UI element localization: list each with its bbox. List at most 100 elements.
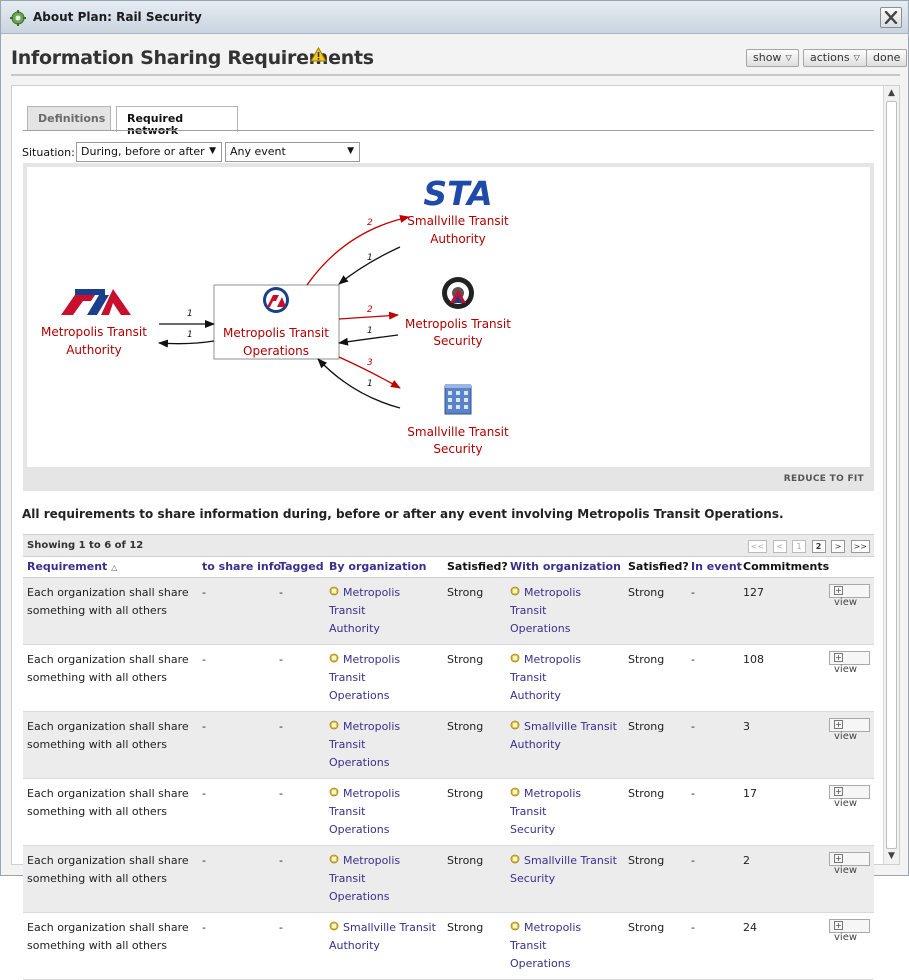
tab-definitions[interactable]: Definitions	[27, 106, 111, 131]
with-organization-line2[interactable]: Security	[510, 872, 555, 885]
view-button[interactable]: +view	[829, 918, 870, 943]
scroll-up-icon[interactable]: ▲	[885, 87, 898, 100]
view-button[interactable]: +view	[829, 717, 870, 742]
table-row: Each organization shall share something w…	[23, 577, 874, 645]
with-organization-line2[interactable]: Operations	[510, 957, 570, 970]
view-button[interactable]: +view	[829, 851, 870, 876]
dropdown-arrow-icon: ▼	[209, 146, 216, 156]
cell-by-organization[interactable]: Metropolis Transit Operations	[325, 711, 443, 779]
cell-with-organization[interactable]: Metropolis Transit Operations	[506, 577, 624, 645]
scroll-down-icon[interactable]: ▼	[885, 850, 898, 863]
edge-mto-to-mta[interactable]: 1	[158, 330, 215, 348]
col-in-event[interactable]: In event	[687, 557, 742, 578]
with-organization-line1[interactable]: Smallville Transit	[524, 720, 617, 733]
view-button[interactable]: +view	[829, 583, 870, 608]
col-tagged[interactable]: Tagged	[275, 557, 325, 578]
cell-commitments: 24	[739, 912, 825, 980]
by-organization-line1[interactable]: Smallville Transit	[343, 921, 436, 934]
col-with-organization[interactable]: With organization	[506, 557, 624, 578]
by-organization-line2[interactable]: Operations	[329, 890, 389, 903]
cell-with-organization[interactable]: Smallville Transit Authority	[506, 711, 624, 779]
col-to-share-info[interactable]: to share info	[198, 557, 281, 578]
pager-last[interactable]: >>	[850, 540, 870, 553]
node-smallville-transit-security[interactable]: Smallville Transit Security	[407, 384, 509, 456]
node-metropolis-transit-authority[interactable]: Metropolis Transit Authority	[41, 289, 147, 357]
pager-first[interactable]: <<	[747, 540, 768, 553]
with-organization-line2[interactable]: Authority	[510, 738, 561, 751]
show-label: show	[753, 51, 782, 64]
close-button[interactable]	[880, 7, 902, 28]
cell-actions: +view	[825, 644, 874, 712]
with-organization-line1[interactable]: Smallville Transit	[524, 854, 617, 867]
by-organization-line2[interactable]: Operations	[329, 823, 389, 836]
col-by-organization[interactable]: By organization	[325, 557, 443, 578]
cell-by-organization[interactable]: Smallville Transit Authority	[325, 912, 443, 980]
requirement-line2: something with all others	[27, 804, 167, 818]
tab-required-network[interactable]: Required network	[116, 106, 238, 137]
requirement-line1: Each organization shall share	[27, 719, 189, 733]
pager-page-1[interactable]: 1	[792, 540, 807, 553]
cell-actions: +view	[825, 711, 874, 779]
cell-to-share: -	[198, 778, 275, 846]
edge-mto-to-mts[interactable]: 2	[338, 305, 399, 320]
by-organization-line2[interactable]: Authority	[329, 622, 380, 635]
network-diagram[interactable]: Metropolis Transit Authority Metropolis …	[27, 167, 870, 467]
actions-label: actions	[810, 51, 850, 64]
view-button[interactable]: +view	[829, 784, 870, 809]
pager-prev[interactable]: <	[772, 540, 787, 553]
cell-by-organization[interactable]: Metropolis Transit Operations	[325, 845, 443, 913]
cell-satisfied-with: Strong	[624, 778, 687, 846]
cell-by-organization[interactable]: Metropolis Transit Operations	[325, 778, 443, 846]
edge-mta-to-mto[interactable]: 1	[159, 309, 215, 328]
timing-select[interactable]: During, before or after ▼	[76, 142, 222, 162]
node-smallville-transit-authority[interactable]: STA Smallville Transit Authority	[407, 174, 509, 246]
edge-count: 2	[367, 218, 373, 228]
node-metropolis-transit-operations[interactable]: Metropolis Transit Operations	[213, 284, 340, 360]
with-organization-line2[interactable]: Operations	[510, 622, 570, 635]
cell-with-organization[interactable]: Metropolis Transit Security	[506, 778, 624, 846]
actions-menu-button[interactable]: actions ▽	[803, 49, 867, 67]
cell-with-organization[interactable]: Metropolis Transit Authority	[506, 644, 624, 712]
node-metropolis-transit-security[interactable]: Metropolis Transit Security	[405, 277, 511, 348]
cell-satisfied-by: Strong	[443, 644, 506, 712]
cell-requirement: Each organization shall share something w…	[23, 845, 198, 913]
sort-ascending-icon: △	[111, 563, 118, 573]
pager-next[interactable]: >	[831, 540, 846, 553]
edge-mto-to-sta[interactable]: 2	[306, 215, 410, 286]
reduce-to-fit-link[interactable]: REDUCE TO FIT	[784, 474, 864, 484]
edge-mts-to-mto[interactable]: 1	[338, 326, 399, 346]
with-organization-line2[interactable]: Authority	[510, 689, 561, 702]
scroll-thumb[interactable]	[886, 101, 897, 849]
by-organization-line2[interactable]: Authority	[329, 939, 380, 952]
cell-by-organization[interactable]: Metropolis Transit Operations	[325, 644, 443, 712]
done-button[interactable]: done	[866, 49, 908, 67]
cell-satisfied-by: Strong	[443, 912, 506, 980]
with-organization-line2[interactable]: Security	[510, 823, 555, 836]
cell-tagged: -	[275, 644, 325, 712]
col-requirement[interactable]: Requirement △	[23, 557, 198, 578]
cell-satisfied-with: Strong	[624, 644, 687, 712]
cell-in-event: -	[687, 644, 739, 712]
vertical-scrollbar[interactable]: ▲ ▼	[883, 86, 899, 864]
expand-icon: +	[834, 853, 843, 863]
pager-page-2[interactable]: 2	[811, 540, 826, 553]
by-organization-line2[interactable]: Operations	[329, 756, 389, 769]
by-organization-line2[interactable]: Operations	[329, 689, 389, 702]
event-value: Any event	[230, 145, 286, 158]
cell-with-organization[interactable]: Metropolis Transit Operations	[506, 912, 624, 980]
cell-in-event: -	[687, 845, 739, 913]
security-badge-icon	[442, 277, 474, 309]
requirement-line2: something with all others	[27, 670, 167, 684]
event-select[interactable]: Any event ▼	[225, 142, 360, 162]
cell-requirement: Each organization shall share something w…	[23, 912, 198, 980]
cell-satisfied-by: Strong	[443, 577, 506, 645]
cell-by-organization[interactable]: Metropolis Transit Authority	[325, 577, 443, 645]
sta-label-line2: Authority	[430, 232, 486, 246]
cell-commitments: 127	[739, 577, 825, 645]
view-button[interactable]: +view	[829, 650, 870, 675]
sts-label-line2: Security	[433, 442, 482, 456]
cell-with-organization[interactable]: Smallville Transit Security	[506, 845, 624, 913]
warning-icon	[310, 47, 327, 62]
edge-sta-to-mto[interactable]: 1	[338, 246, 401, 285]
show-menu-button[interactable]: show ▽	[746, 49, 799, 67]
